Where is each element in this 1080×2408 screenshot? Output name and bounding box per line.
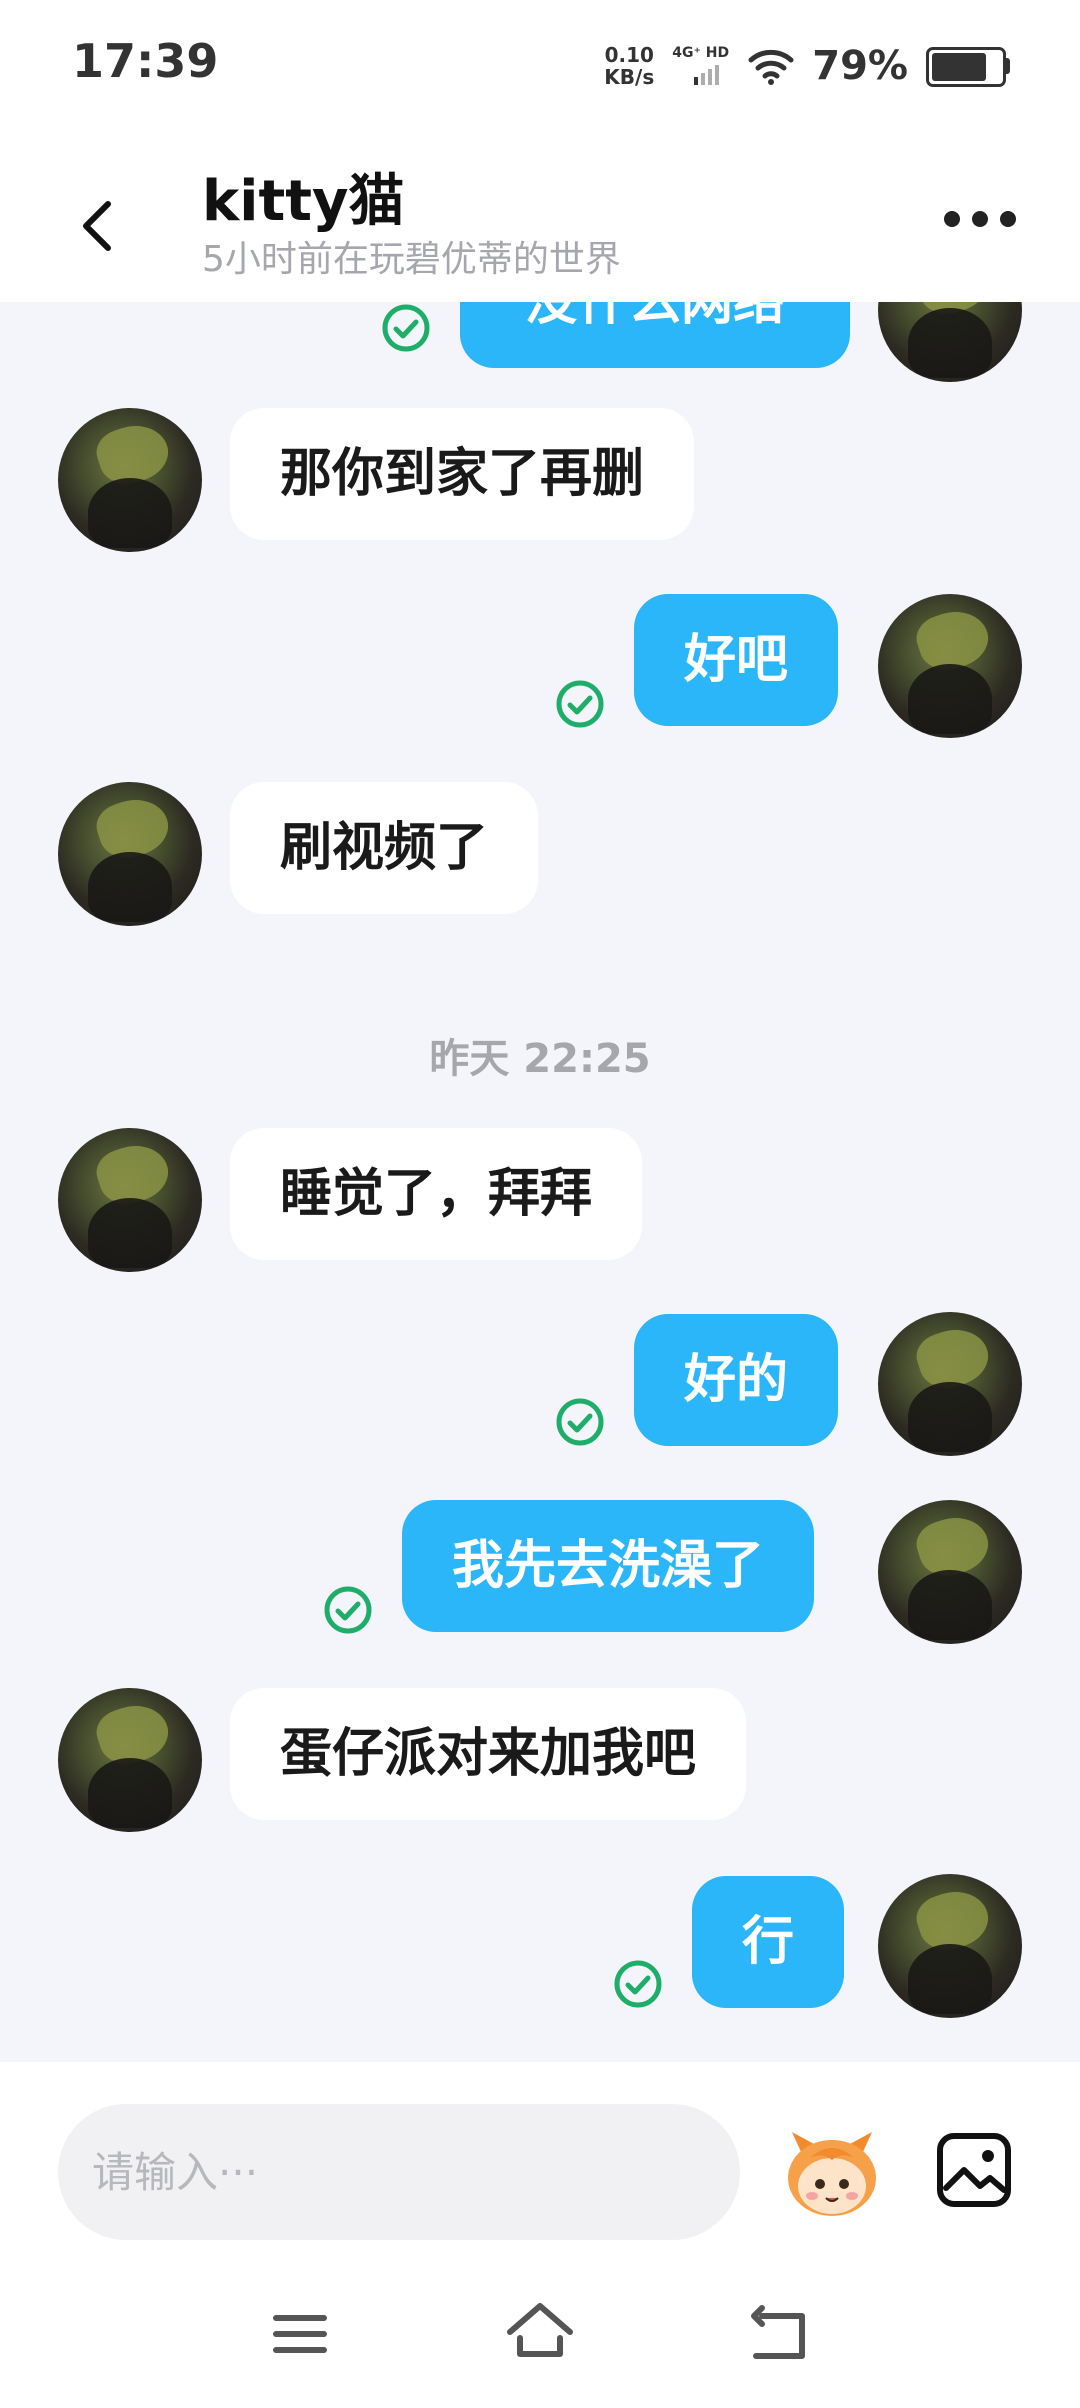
message-bubble-outgoing[interactable]: 我先去洗澡了 <box>402 1500 815 1632</box>
message-list[interactable]: 没什么网络 那你到家了再删 好吧 刷视频了 昨天 22:25 睡觉了，拜拜 好的 <box>0 302 1080 2062</box>
message-bubble-outgoing[interactable]: 好的 <box>634 1314 839 1446</box>
message-bubble-incoming[interactable]: 那你到家了再删 <box>230 408 695 540</box>
chat-screen: 17:39 0.10 KB/s 4G⁺ HD 79% kitty猫 5小时前在玩… <box>0 0 1080 2408</box>
wifi-icon <box>748 49 794 85</box>
contact-status: 5小时前在玩碧优蒂的世界 <box>202 239 621 280</box>
network-speed: 0.10 KB/s <box>604 44 654 88</box>
message-input[interactable] <box>58 2104 740 2240</box>
back-arrow-icon[interactable] <box>68 186 128 266</box>
home-icon[interactable] <box>504 2298 576 2362</box>
cellular-signal-icon: 4G⁺ HD <box>672 41 730 91</box>
battery-percent: 79% <box>812 43 908 89</box>
sender-avatar[interactable] <box>878 302 1022 382</box>
input-bar <box>0 2062 1080 2262</box>
network-type: 4G⁺ HD <box>672 45 730 61</box>
network-speed-unit: KB/s <box>604 65 655 89</box>
sender-avatar[interactable] <box>878 1874 1022 2018</box>
message-bubble-incoming[interactable]: 刷视频了 <box>230 782 539 914</box>
status-icons: 0.10 KB/s 4G⁺ HD 79% <box>604 36 1010 96</box>
status-time: 17:39 <box>72 34 219 88</box>
more-dots-icon[interactable] <box>944 204 1016 234</box>
read-check-icon <box>556 680 604 728</box>
contact-avatar[interactable] <box>58 1128 202 1272</box>
message-bubble-incoming[interactable]: 蛋仔派对来加我吧 <box>230 1688 747 1820</box>
chat-header: kitty猫 5小时前在玩碧优蒂的世界 <box>0 130 1080 302</box>
read-check-icon <box>556 1398 604 1446</box>
contact-avatar[interactable] <box>58 782 202 926</box>
contact-avatar[interactable] <box>58 408 202 552</box>
message-bubble-incoming[interactable]: 睡觉了，拜拜 <box>230 1128 643 1260</box>
contact-avatar[interactable] <box>58 1688 202 1832</box>
system-nav-bar <box>0 2262 1080 2408</box>
menu-icon[interactable] <box>272 2306 328 2362</box>
read-check-icon <box>324 1586 372 1634</box>
back-icon[interactable] <box>748 2304 810 2364</box>
image-icon[interactable] <box>934 2130 1014 2210</box>
read-check-icon <box>614 1960 662 2008</box>
emoji-character-icon[interactable] <box>780 2124 884 2220</box>
message-timestamp: 昨天 22:25 <box>429 1036 651 1082</box>
message-bubble-outgoing[interactable]: 没什么网络 <box>460 302 850 368</box>
sender-avatar[interactable] <box>878 1500 1022 1644</box>
battery-icon <box>926 47 1010 87</box>
sender-avatar[interactable] <box>878 1312 1022 1456</box>
status-bar: 17:39 0.10 KB/s 4G⁺ HD 79% <box>0 0 1080 130</box>
signal-bars <box>694 65 720 85</box>
message-bubble-outgoing[interactable]: 行 <box>692 1876 845 2008</box>
network-speed-value: 0.10 <box>604 43 654 67</box>
contact-name[interactable]: kitty猫 <box>202 156 404 237</box>
read-check-icon <box>382 304 430 352</box>
message-bubble-outgoing[interactable]: 好吧 <box>634 594 839 726</box>
sender-avatar[interactable] <box>878 594 1022 738</box>
